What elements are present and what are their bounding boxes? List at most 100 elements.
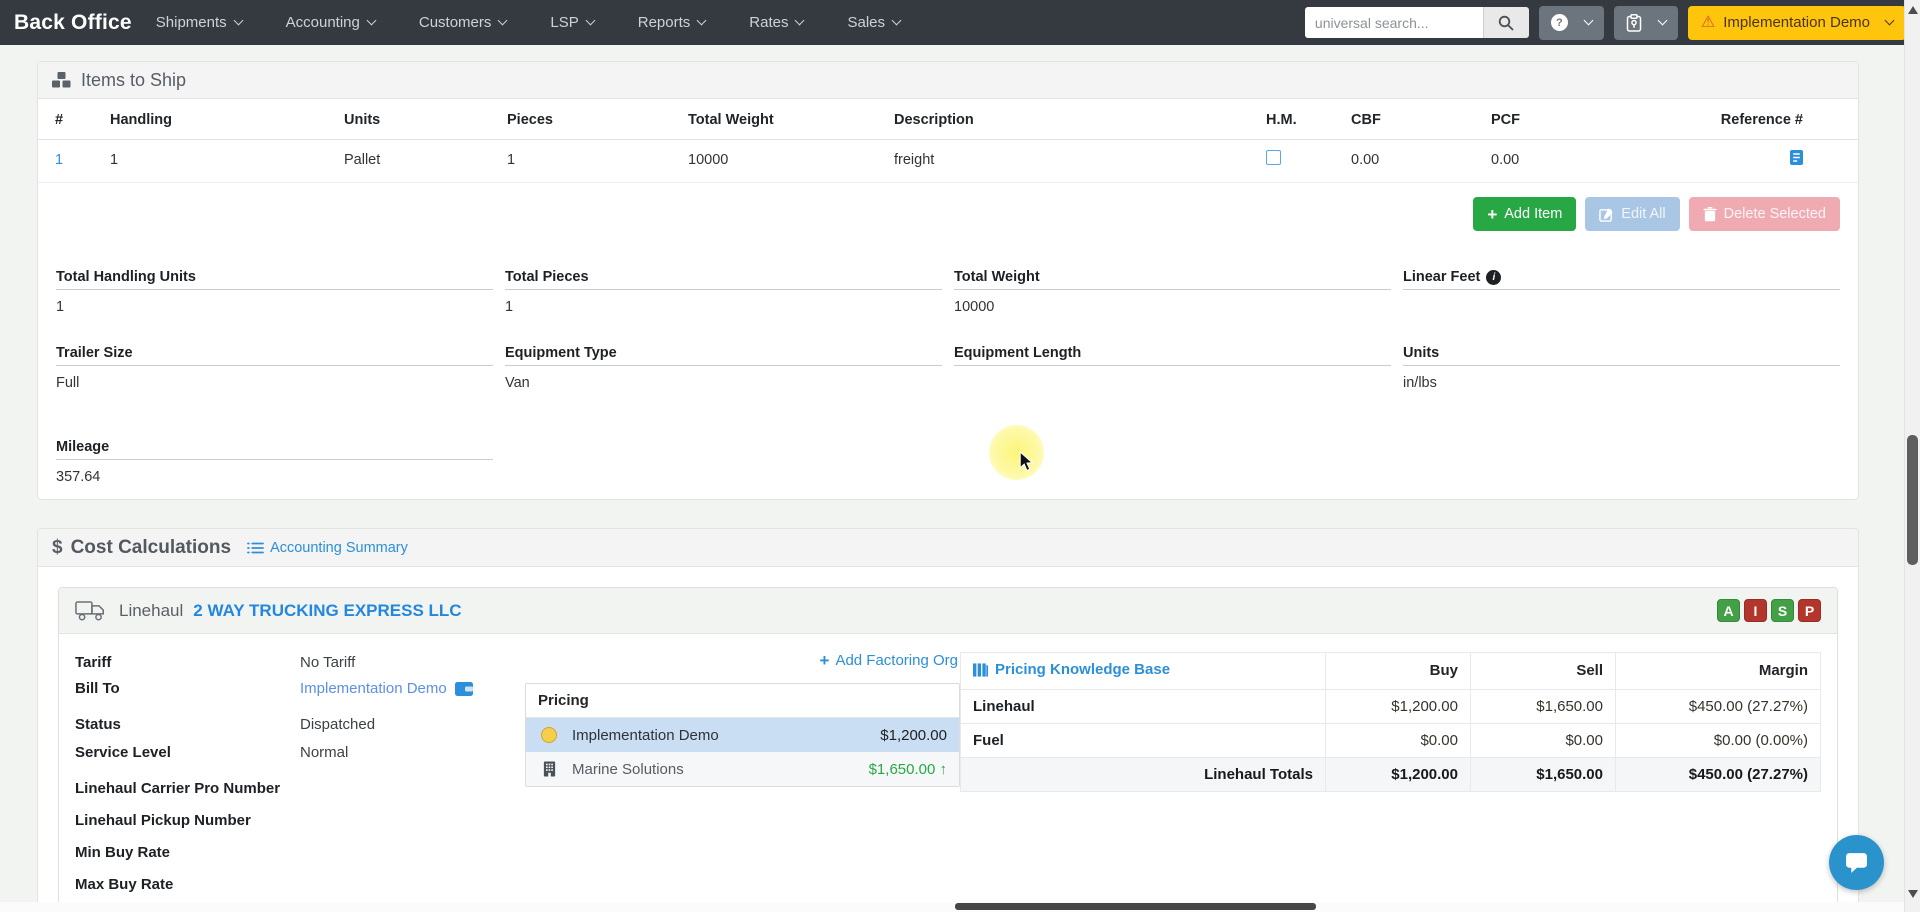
columns-icon: [973, 663, 988, 677]
hm-checkbox[interactable]: [1266, 150, 1281, 165]
detail-max-buy-rate: Max Buy Rate: [75, 874, 525, 896]
trash-icon: [1703, 207, 1717, 222]
search-icon: [1498, 15, 1514, 31]
item-handling: 1: [110, 140, 344, 183]
trailer-size-value[interactable]: Full: [56, 366, 493, 391]
field-units: Units in/lbs: [1403, 345, 1840, 391]
badge-p[interactable]: P: [1798, 599, 1821, 622]
environment-button[interactable]: ⚠ Implementation Demo: [1688, 6, 1906, 40]
badge-i[interactable]: I: [1744, 599, 1767, 622]
item-total-weight: 10000: [688, 140, 894, 183]
shipment-summary-form: Total Handling Units 1 Total Pieces 1 To…: [38, 269, 1858, 485]
detail-status: Status Dispatched: [75, 714, 525, 736]
items-to-ship-header: Items to Ship: [38, 62, 1858, 99]
accounting-summary-link[interactable]: Accounting Summary: [247, 540, 408, 556]
bill-to-link[interactable]: Implementation Demo: [300, 678, 447, 700]
nav-menus: Shipments Accounting Customers LSP Repor…: [156, 14, 900, 31]
carrier-link[interactable]: 2 WAY TRUCKING EXPRESS LLC: [193, 601, 461, 621]
linehaul-label: Linehaul: [119, 601, 183, 621]
mileage-value[interactable]: 357.64: [56, 460, 493, 485]
top-nav: Back Office Shipments Accounting Custome…: [0, 0, 1920, 45]
coin-icon: [541, 727, 557, 743]
warning-icon: ⚠: [1701, 15, 1715, 31]
truck-icon: [75, 599, 107, 623]
chevron-down-icon: [1583, 16, 1593, 26]
search-button[interactable]: [1483, 7, 1529, 38]
detail-carrier-pro-number: Linehaul Carrier Pro Number: [75, 778, 525, 800]
pallet-boxes-icon: [52, 72, 72, 88]
search-input[interactable]: [1305, 7, 1483, 38]
add-item-button[interactable]: + Add Item: [1473, 197, 1576, 231]
col-total-weight: Total Weight: [688, 99, 894, 140]
scroll-up-arrow[interactable]: [1908, 6, 1918, 14]
add-factoring-org-link[interactable]: + Add Factoring Org: [820, 652, 959, 669]
clipboard-menu-button[interactable]: [1614, 6, 1678, 40]
field-equipment-type: Equipment Type Van: [505, 345, 942, 391]
field-total-handling-units: Total Handling Units 1: [56, 269, 493, 315]
units-value[interactable]: in/lbs: [1403, 366, 1840, 391]
mouse-cursor: [1019, 452, 1034, 473]
equipment-type-value[interactable]: Van: [505, 366, 942, 391]
equipment-length-value[interactable]: [954, 366, 1391, 387]
pricing-row-marine-solutions[interactable]: Marine Solutions $1,650.00 ↑: [526, 752, 959, 786]
items-actions: + Add Item Edit All Delete Selected: [38, 197, 1858, 231]
col-description: Description: [894, 99, 1266, 140]
chevron-down-icon: [697, 16, 707, 26]
horizontal-scrollbar[interactable]: [0, 902, 1904, 912]
nav-item-shipments[interactable]: Shipments: [156, 14, 242, 31]
linehaul-panel-header: Linehaul 2 WAY TRUCKING EXPRESS LLC A I …: [59, 588, 1837, 634]
items-to-ship-section: Items to Ship # Handling Units Pieces To…: [37, 61, 1859, 500]
chevron-down-icon: [795, 16, 805, 26]
col-units: Units: [344, 99, 507, 140]
pricing-box: Pricing Implementation Demo $1,200.00 Ma…: [525, 683, 960, 787]
field-total-pieces: Total Pieces 1: [505, 269, 942, 315]
detail-service-level: Service Level Normal: [75, 742, 525, 764]
chevron-down-icon: [233, 16, 243, 26]
nav-item-accounting[interactable]: Accounting: [286, 14, 375, 31]
pricing-knowledge-base-link[interactable]: Pricing Knowledge Base: [973, 661, 1170, 678]
detail-bill-to: Bill To Implementation Demo: [75, 678, 525, 700]
edit-icon: [1599, 207, 1614, 222]
item-pcf: 0.00: [1491, 140, 1631, 183]
linear-feet-value[interactable]: [1403, 290, 1840, 311]
total-pieces-value[interactable]: 1: [505, 290, 942, 315]
item-number-link[interactable]: 1: [55, 152, 63, 168]
help-menu-button[interactable]: ?: [1539, 6, 1604, 40]
total-weight-value[interactable]: 10000: [954, 290, 1391, 315]
total-handling-units-value[interactable]: 1: [56, 290, 493, 315]
badge-s[interactable]: S: [1771, 599, 1794, 622]
pkb-totals-row: Linehaul Totals $1,200.00 $1,650.00 $450…: [961, 757, 1821, 791]
chevron-down-icon: [585, 16, 595, 26]
scroll-down-arrow[interactable]: [1908, 890, 1918, 898]
info-icon[interactable]: i: [1486, 270, 1501, 285]
status-value: Dispatched: [300, 714, 375, 736]
nav-item-reports[interactable]: Reports: [638, 14, 706, 31]
reference-note-icon[interactable]: [1790, 150, 1803, 165]
nav-item-rates[interactable]: Rates: [749, 14, 803, 31]
nav-item-customers[interactable]: Customers: [419, 14, 507, 31]
plus-icon: +: [820, 652, 830, 669]
cost-calculations-section: $ Cost Calculations Accounting Summary L…: [37, 528, 1859, 912]
chat-button[interactable]: [1829, 835, 1884, 890]
nav-item-sales[interactable]: Sales: [847, 14, 900, 31]
wallet-icon[interactable]: [455, 682, 473, 696]
field-linear-feet: Linear Feeti: [1403, 269, 1840, 315]
item-units: Pallet: [344, 140, 507, 183]
up-arrow-icon: ↑: [940, 761, 948, 778]
pricing-row-implementation-demo[interactable]: Implementation Demo $1,200.00: [526, 718, 959, 752]
vertical-scrollbar[interactable]: [1904, 0, 1920, 912]
badge-a[interactable]: A: [1717, 599, 1740, 622]
col-pieces: Pieces: [507, 99, 688, 140]
edit-all-button[interactable]: Edit All: [1585, 197, 1679, 231]
item-description: freight: [894, 140, 1266, 183]
delete-selected-button[interactable]: Delete Selected: [1689, 197, 1840, 231]
vertical-scroll-thumb[interactable]: [1907, 435, 1918, 565]
item-cbf: 0.00: [1351, 140, 1491, 183]
brand-logo[interactable]: Back Office: [14, 11, 132, 35]
item-row: 1 1 Pallet 1 10000 freight 0.00 0.00: [38, 140, 1858, 183]
horizontal-scroll-thumb[interactable]: [955, 903, 1316, 910]
field-mileage: Mileage 357.64: [56, 439, 493, 485]
dollar-icon: $: [52, 537, 63, 559]
nav-item-lsp[interactable]: LSP: [550, 14, 593, 31]
pkb-row-linehaul: Linehaul $1,200.00 $1,650.00 $450.00 (27…: [961, 689, 1821, 723]
